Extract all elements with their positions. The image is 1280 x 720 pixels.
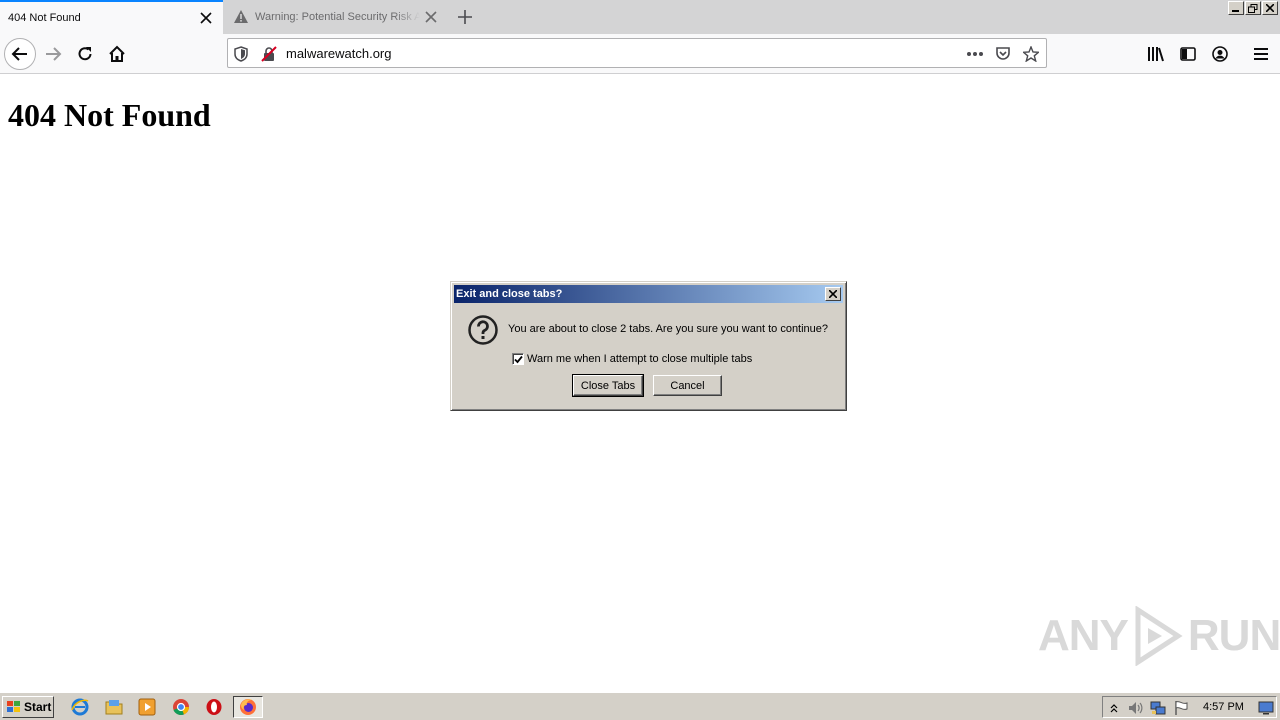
watermark-left-text: ANY bbox=[1038, 611, 1129, 660]
reload-button[interactable] bbox=[69, 38, 101, 70]
tracking-protection-shield-icon[interactable] bbox=[232, 45, 250, 63]
restore-button[interactable] bbox=[1245, 1, 1261, 15]
close-icon bbox=[829, 290, 837, 298]
show-hidden-icons-chevron-icon[interactable] bbox=[1106, 700, 1122, 716]
question-icon bbox=[467, 314, 499, 346]
start-button[interactable]: Start bbox=[2, 696, 54, 718]
home-icon bbox=[109, 45, 125, 62]
forward-button[interactable] bbox=[37, 38, 69, 70]
chrome-icon[interactable] bbox=[171, 698, 191, 716]
tab-404-not-found[interactable]: 404 Not Found bbox=[0, 0, 223, 34]
internet-explorer-icon[interactable] bbox=[70, 698, 90, 716]
sidebar-icon bbox=[1180, 47, 1196, 61]
insecure-lock-icon[interactable] bbox=[260, 45, 278, 63]
pocket-icon[interactable] bbox=[994, 45, 1012, 63]
tab-close-icon[interactable] bbox=[420, 6, 442, 28]
back-button[interactable] bbox=[4, 38, 36, 70]
start-label: Start bbox=[24, 700, 52, 714]
tab-title: Warning: Potential Security Risk Ahead bbox=[255, 11, 420, 23]
watermark-right-text: RUN bbox=[1187, 611, 1280, 660]
taskbar: Start 4:57 PM bbox=[0, 692, 1280, 720]
library-button[interactable] bbox=[1140, 38, 1172, 70]
new-tab-button[interactable] bbox=[453, 5, 477, 29]
dialog-message: You are about to close 2 tabs. Are you s… bbox=[508, 323, 829, 335]
close-tabs-dialog: Exit and close tabs? You are about to cl… bbox=[450, 281, 847, 411]
system-tray: 4:57 PM bbox=[1102, 696, 1277, 718]
media-player-icon[interactable] bbox=[137, 698, 157, 716]
warning-icon bbox=[233, 9, 249, 25]
play-logo-icon bbox=[1135, 606, 1183, 666]
close-tabs-button[interactable]: Close Tabs bbox=[572, 374, 644, 397]
page-title: 404 Not Found bbox=[8, 97, 211, 133]
library-icon bbox=[1148, 47, 1164, 62]
firefox-icon bbox=[240, 699, 256, 715]
file-explorer-icon[interactable] bbox=[104, 698, 124, 716]
tab-title: 404 Not Found bbox=[8, 12, 81, 24]
plus-icon bbox=[458, 10, 472, 24]
windows-logo-icon bbox=[7, 701, 20, 712]
clock[interactable]: 4:57 PM bbox=[1203, 701, 1244, 713]
sidebar-button[interactable] bbox=[1172, 38, 1204, 70]
close-window-button[interactable] bbox=[1262, 1, 1278, 15]
tab-close-icon[interactable] bbox=[195, 7, 217, 29]
bookmark-star-icon[interactable] bbox=[1022, 45, 1040, 63]
dialog-title: Exit and close tabs? bbox=[456, 288, 563, 300]
dialog-titlebar[interactable]: Exit and close tabs? bbox=[454, 285, 843, 303]
forward-arrow-icon bbox=[46, 47, 62, 61]
url-bar[interactable]: malwarewatch.org bbox=[227, 38, 1047, 68]
navigation-toolbar: malwarewatch.org bbox=[0, 34, 1280, 74]
back-arrow-icon bbox=[11, 47, 27, 61]
checkmark-icon bbox=[513, 355, 523, 363]
hamburger-icon bbox=[1254, 48, 1268, 60]
page-actions-icon[interactable] bbox=[966, 45, 984, 63]
warn-close-multiple-checkbox[interactable] bbox=[512, 353, 524, 365]
show-desktop-icon[interactable] bbox=[1258, 700, 1274, 716]
dialog-close-button[interactable] bbox=[825, 287, 841, 301]
tab-security-warning[interactable]: Warning: Potential Security Risk Ahead bbox=[225, 0, 448, 34]
home-button[interactable] bbox=[101, 38, 133, 70]
screen: 404 Not Found Warning: Potential Securit… bbox=[0, 0, 1280, 720]
minimize-button[interactable] bbox=[1228, 1, 1244, 15]
network-icon[interactable] bbox=[1150, 700, 1166, 716]
account-icon bbox=[1212, 46, 1228, 62]
opera-icon[interactable] bbox=[204, 698, 224, 716]
menu-button[interactable] bbox=[1245, 38, 1277, 70]
volume-icon[interactable] bbox=[1127, 700, 1143, 716]
action-center-flag-icon[interactable] bbox=[1173, 700, 1189, 716]
firefox-taskbar-button[interactable] bbox=[233, 696, 263, 718]
anyrun-watermark: ANY RUN bbox=[1038, 606, 1280, 666]
reload-icon bbox=[78, 47, 92, 61]
url-text: malwarewatch.org bbox=[286, 46, 392, 61]
cancel-button[interactable]: Cancel bbox=[653, 375, 722, 396]
window-controls bbox=[1228, 1, 1278, 15]
tab-strip: 404 Not Found Warning: Potential Securit… bbox=[0, 0, 1280, 34]
warn-close-multiple-label[interactable]: Warn me when I attempt to close multiple… bbox=[527, 353, 752, 365]
account-button[interactable] bbox=[1204, 38, 1236, 70]
